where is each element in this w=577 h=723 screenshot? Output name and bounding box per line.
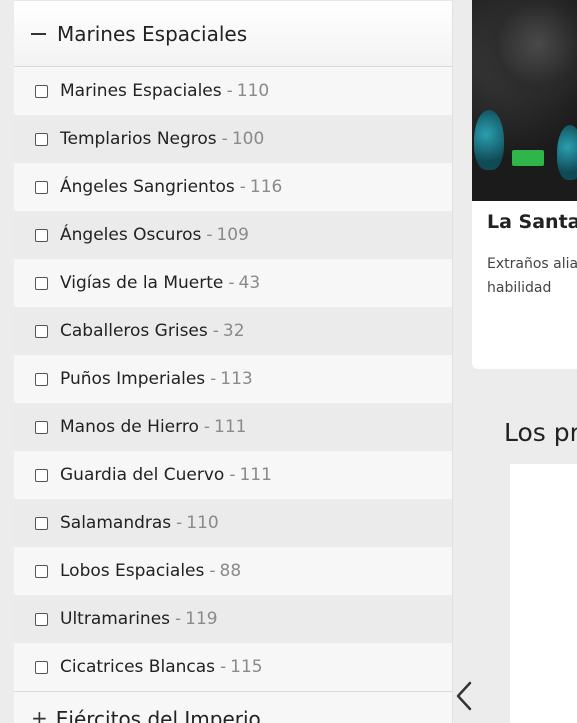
filter-item-label[interactable]: Salamandras	[60, 513, 171, 533]
filter-checkbox[interactable]	[35, 660, 48, 674]
filter-item[interactable]: Cicatrices Blancas -115	[14, 643, 452, 691]
filter-panel: Marines Espaciales Marines Espaciales -11…	[14, 0, 453, 723]
filter-checkbox[interactable]	[35, 468, 48, 482]
filter-checkbox[interactable]	[35, 612, 48, 626]
filter-checkbox[interactable]	[35, 372, 48, 386]
filter-item-count: 111	[239, 465, 272, 485]
filter-item[interactable]: Puños Imperiales -113	[14, 355, 452, 403]
filter-item-count: 115	[230, 657, 263, 677]
filter-item-separator: -	[203, 417, 210, 437]
filter-item-count: 116	[249, 177, 283, 197]
filter-item-label[interactable]: Vigías de la Muerte	[60, 273, 223, 293]
filter-checkbox[interactable]	[35, 132, 48, 146]
filter-item-separator: -	[228, 273, 235, 293]
article-excerpt: Extraños alia habilidad	[487, 252, 577, 300]
filter-item-separator: -	[221, 129, 228, 149]
filter-list: Marines Espaciales -110 Templarios Negros -…	[14, 67, 452, 691]
filter-item-label[interactable]: Ultramarines	[60, 609, 170, 629]
filter-item-count: 109	[216, 225, 249, 245]
filter-group-title: Marines Espaciales	[57, 21, 248, 46]
filter-item[interactable]: Lobos Espaciales -88	[14, 547, 452, 595]
article-card[interactable]: La Santa Extraños alia habilidad	[472, 0, 577, 369]
filter-item-separator: -	[239, 177, 246, 197]
filter-item-separator: -	[226, 81, 233, 101]
filter-checkbox[interactable]	[35, 180, 48, 194]
filter-checkbox[interactable]	[35, 276, 48, 290]
filter-item-separator: -	[212, 321, 219, 341]
filter-item-label[interactable]: Templarios Negros	[60, 129, 217, 149]
filter-item-count: 110	[236, 81, 270, 101]
filter-item-separator: -	[175, 609, 182, 629]
filter-checkbox[interactable]	[35, 420, 48, 434]
filter-item[interactable]: Ángeles Oscuros -109	[14, 211, 452, 259]
filter-item-label[interactable]: Lobos Espaciales	[60, 561, 204, 581]
filter-item-label[interactable]: Guardia del Cuervo	[60, 465, 224, 485]
filter-item[interactable]: Ultramarines -119	[14, 595, 452, 643]
section-title: Los pr	[504, 418, 577, 447]
filter-group-header[interactable]: Marines Espaciales	[14, 0, 452, 67]
article-image[interactable]	[472, 0, 577, 201]
filter-item[interactable]: Marines Espaciales -110	[14, 67, 452, 115]
article-title[interactable]: La Santa	[487, 211, 577, 233]
filter-item[interactable]: Templarios Negros -100	[14, 115, 452, 163]
filter-item-count: 88	[219, 561, 242, 581]
article-excerpt-line: habilidad	[487, 280, 552, 296]
filter-item-label[interactable]: Manos de Hierro	[60, 417, 199, 437]
filter-checkbox[interactable]	[35, 516, 48, 530]
product-card[interactable]	[510, 464, 577, 723]
filter-checkbox[interactable]	[35, 84, 48, 98]
plus-icon[interactable]: +	[31, 708, 48, 723]
filter-item-label[interactable]: Puños Imperiales	[60, 369, 205, 389]
filter-item-separator: -	[210, 369, 217, 389]
filter-item-count: 32	[222, 321, 245, 341]
filter-item-label[interactable]: Ángeles Sangrientos	[60, 177, 235, 197]
filter-item[interactable]: Vigías de la Muerte -43	[14, 259, 452, 307]
filter-item-label[interactable]: Caballeros Grises	[60, 321, 208, 341]
filter-item-separator: -	[209, 561, 216, 581]
filter-group-header-next[interactable]: + Ejércitos del Imperio	[14, 691, 452, 723]
filter-item[interactable]: Manos de Hierro -111	[14, 403, 452, 451]
filter-item-count: 43	[238, 273, 261, 293]
filter-item-separator: -	[206, 225, 213, 245]
filter-item[interactable]: Guardia del Cuervo -111	[14, 451, 452, 499]
filter-item-separator: -	[229, 465, 236, 485]
filter-item-label[interactable]: Cicatrices Blancas	[60, 657, 215, 677]
filter-item-count: 111	[214, 417, 247, 437]
filter-checkbox[interactable]	[35, 564, 48, 578]
filter-item-count: 113	[220, 369, 253, 389]
filter-checkbox[interactable]	[35, 324, 48, 338]
filter-item[interactable]: Caballeros Grises -32	[14, 307, 452, 355]
chevron-left-icon[interactable]	[452, 678, 476, 714]
minus-icon[interactable]	[31, 32, 46, 35]
filter-group-title-next: Ejércitos del Imperio	[55, 707, 261, 723]
filter-item-count: 110	[186, 513, 219, 533]
filter-checkbox[interactable]	[35, 228, 48, 242]
filter-item-separator: -	[176, 513, 183, 533]
filter-item-count: 119	[185, 609, 218, 629]
filter-item-label[interactable]: Ángeles Oscuros	[60, 225, 201, 245]
filter-item-separator: -	[220, 657, 227, 677]
filter-item[interactable]: Ángeles Sangrientos -116	[14, 163, 452, 211]
filter-item[interactable]: Salamandras -110	[14, 499, 452, 547]
filter-item-count: 100	[231, 129, 265, 149]
filter-item-label[interactable]: Marines Espaciales	[60, 81, 222, 101]
article-excerpt-line: Extraños alia	[487, 256, 577, 272]
